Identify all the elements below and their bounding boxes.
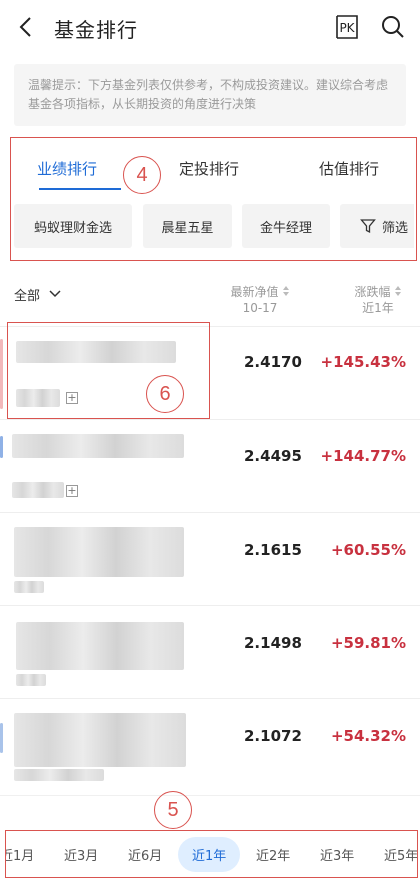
fund-change: +60.55%	[330, 541, 406, 559]
funnel-icon	[360, 219, 376, 234]
fund-nav: 2.1498	[244, 634, 302, 652]
sort-icon	[394, 286, 401, 296]
category-filter-label[interactable]: 全部	[14, 285, 40, 304]
period-2y[interactable]: 近2年	[256, 845, 290, 864]
annotation-badge-5: 5	[154, 791, 192, 829]
tab-valuation[interactable]: 估值排行	[319, 158, 379, 179]
fund-name-blurred	[12, 434, 184, 458]
period-1y[interactable]: 近1年	[178, 837, 241, 872]
row-accent	[0, 436, 3, 458]
fund-change: +144.77%	[320, 447, 406, 465]
nav-date: 10-17	[242, 301, 278, 315]
fund-row[interactable]: 2.1072 +54.32%	[0, 698, 420, 791]
fund-name-blurred	[14, 713, 186, 767]
pk-label: PK	[339, 21, 355, 35]
period-selector: 近1月 近3月 近6月 近1年 近2年 近3年 近5年	[5, 830, 418, 878]
fund-nav: 2.1615	[244, 541, 302, 559]
chip-label: 蚂蚁理财金选	[33, 220, 112, 236]
annotation-badge-6: 6	[146, 375, 184, 413]
chip-morningstar-five[interactable]: 晨星五星	[143, 204, 232, 248]
fund-nav: 2.4170	[244, 353, 302, 371]
row-accent	[0, 339, 3, 409]
period-5y[interactable]: 近5年	[384, 845, 417, 864]
active-tab-indicator	[39, 188, 121, 190]
fund-code-blurred	[16, 674, 46, 686]
annotation-badge-4: 4	[123, 156, 161, 194]
fund-code-blurred	[14, 581, 44, 593]
chevron-down-icon[interactable]	[48, 287, 62, 301]
period-3m[interactable]: 近3月	[64, 845, 98, 864]
chip-label: 金牛经理	[259, 220, 312, 236]
ranking-tabs-panel: 业绩排行 定投排行 估值排行 蚂蚁理财金选 晨星五星 金牛经理 筛选	[10, 137, 417, 261]
fund-row[interactable]: 2.1498 +59.81%	[0, 605, 420, 698]
period-1m[interactable]: 近1月	[6, 845, 34, 864]
search-icon[interactable]	[380, 14, 406, 40]
list-header: 全部 最新净值 10-17 涨跌幅 近1年	[0, 280, 420, 326]
add-watchlist-icon[interactable]: +	[66, 485, 78, 497]
ranking-tabs: 业绩排行 定投排行 估值排行	[11, 138, 416, 200]
fund-change: +59.81%	[330, 634, 406, 652]
fund-nav: 2.4495	[244, 447, 302, 465]
chip-ant-selection[interactable]: 蚂蚁理财金选	[14, 204, 132, 248]
sort-icon	[282, 286, 289, 296]
fund-code-blurred	[14, 769, 104, 781]
chip-label: 筛选	[381, 220, 408, 236]
fund-name-blurred	[14, 527, 184, 577]
fund-change: +54.32%	[330, 727, 406, 745]
pk-compare-icon[interactable]: PK	[333, 13, 361, 41]
tab-sip-ranking[interactable]: 定投排行	[179, 158, 239, 179]
fund-code-blurred	[12, 482, 64, 498]
fund-row[interactable]: 2.1615 +60.55%	[0, 512, 420, 605]
page-title: 基金排行	[54, 18, 138, 42]
chip-golden-bull-manager[interactable]: 金牛经理	[242, 204, 330, 248]
filter-chips: 蚂蚁理财金选 晨星五星 金牛经理 筛选	[14, 204, 414, 248]
fund-row[interactable]: + 2.4495 +144.77%	[0, 419, 420, 512]
period-3y[interactable]: 近3年	[320, 845, 354, 864]
top-bar: 基金排行 PK	[0, 0, 420, 55]
period-6m[interactable]: 近6月	[128, 845, 162, 864]
disclaimer-notice: 温馨提示：下方基金列表仅供参考，不构成投资建议。建议综合考虑基金各项指标，从长期…	[14, 64, 406, 126]
fund-name-blurred	[16, 622, 184, 670]
change-period: 近1年	[362, 301, 394, 315]
back-arrow-icon[interactable]	[14, 14, 40, 40]
filter-button[interactable]: 筛选	[340, 204, 414, 248]
divider	[0, 795, 420, 796]
change-column-label: 涨跌幅	[354, 285, 391, 299]
fund-change: +145.43%	[320, 353, 406, 371]
tab-performance[interactable]: 业绩排行	[37, 158, 97, 179]
fund-nav: 2.1072	[244, 727, 302, 745]
nav-column-header[interactable]: 最新净值 10-17	[222, 284, 298, 316]
chip-label: 晨星五星	[161, 220, 214, 236]
nav-column-label: 最新净值	[230, 285, 279, 299]
change-column-header[interactable]: 涨跌幅 近1年	[345, 284, 411, 316]
row-accent	[0, 723, 3, 753]
